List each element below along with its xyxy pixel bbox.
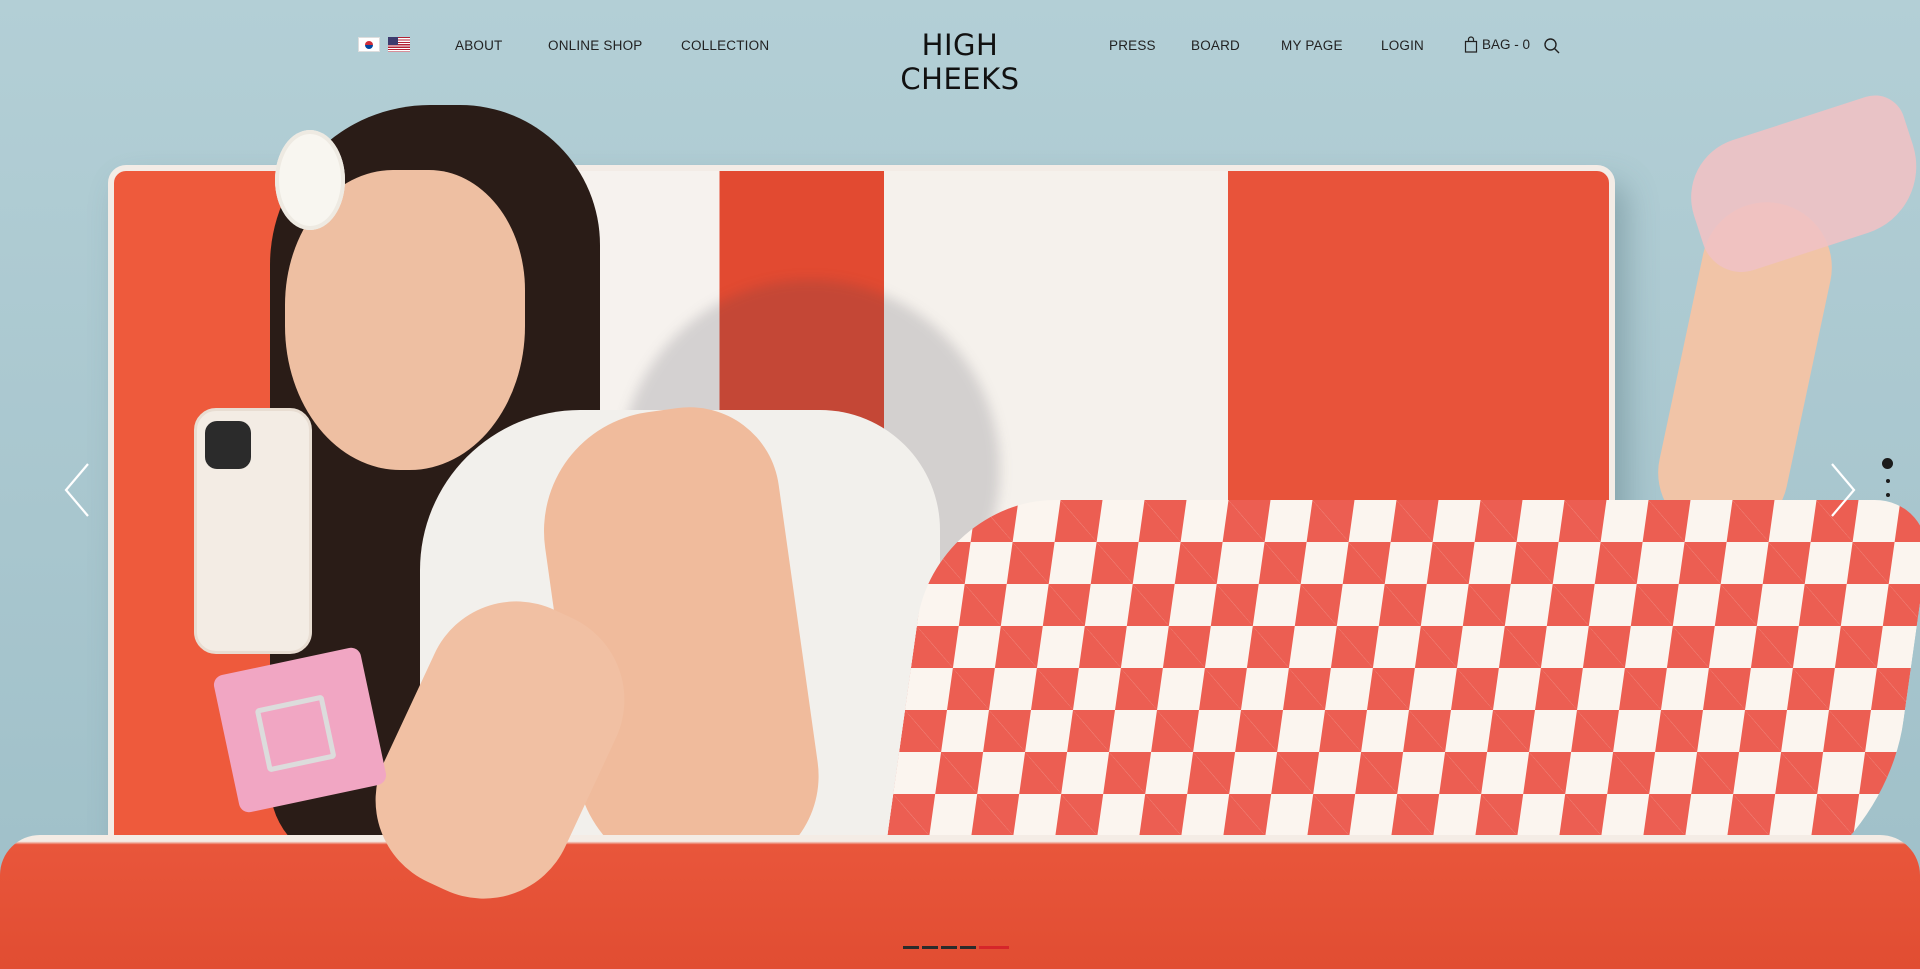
nav-login[interactable]: LOGIN xyxy=(1381,38,1424,53)
brand-logo[interactable]: HIGH CHEEKS xyxy=(860,28,1060,96)
bag-buckle xyxy=(254,694,337,773)
phone-case-product xyxy=(194,408,312,654)
slide-bar-4[interactable] xyxy=(960,946,976,949)
slide-bar-1[interactable] xyxy=(903,946,919,949)
search-icon[interactable] xyxy=(1543,37,1561,55)
phone-camera xyxy=(205,421,251,469)
nav-board[interactable]: BOARD xyxy=(1191,38,1240,53)
slide-bar-3[interactable] xyxy=(941,946,957,949)
language-switcher xyxy=(358,37,410,52)
slide-dot-3[interactable] xyxy=(1885,493,1890,497)
shopping-bag-icon xyxy=(1464,36,1478,53)
nav-press[interactable]: PRESS xyxy=(1109,38,1156,53)
nav-my-page[interactable]: MY PAGE xyxy=(1281,38,1343,53)
slide-progress-bars xyxy=(903,946,1009,949)
site-header: ABOUT ONLINE SHOP COLLECTION HIGH CHEEKS… xyxy=(0,0,1920,96)
nav-about[interactable]: ABOUT xyxy=(455,38,503,53)
nav-online-shop[interactable]: ONLINE SHOP xyxy=(548,38,642,53)
shopping-bag-link[interactable]: BAG - 0 xyxy=(1464,36,1530,53)
slide-dot-2[interactable] xyxy=(1885,479,1890,483)
hero-slide-image xyxy=(0,0,1920,969)
usa-flag-icon[interactable] xyxy=(388,37,410,52)
chevron-right-icon[interactable] xyxy=(1820,460,1860,520)
chevron-left-icon[interactable] xyxy=(60,460,100,520)
korea-flag-icon[interactable] xyxy=(358,37,380,52)
slide-bar-2[interactable] xyxy=(922,946,938,949)
slide-bar-5[interactable] xyxy=(979,946,1009,949)
slide-dot-indicators xyxy=(1882,458,1893,497)
slide-dot-1[interactable] xyxy=(1882,458,1893,469)
hair-flower xyxy=(275,130,345,230)
nav-collection[interactable]: COLLECTION xyxy=(681,38,769,53)
bag-count-label: BAG - 0 xyxy=(1482,37,1531,52)
model-shoe xyxy=(1675,87,1920,283)
